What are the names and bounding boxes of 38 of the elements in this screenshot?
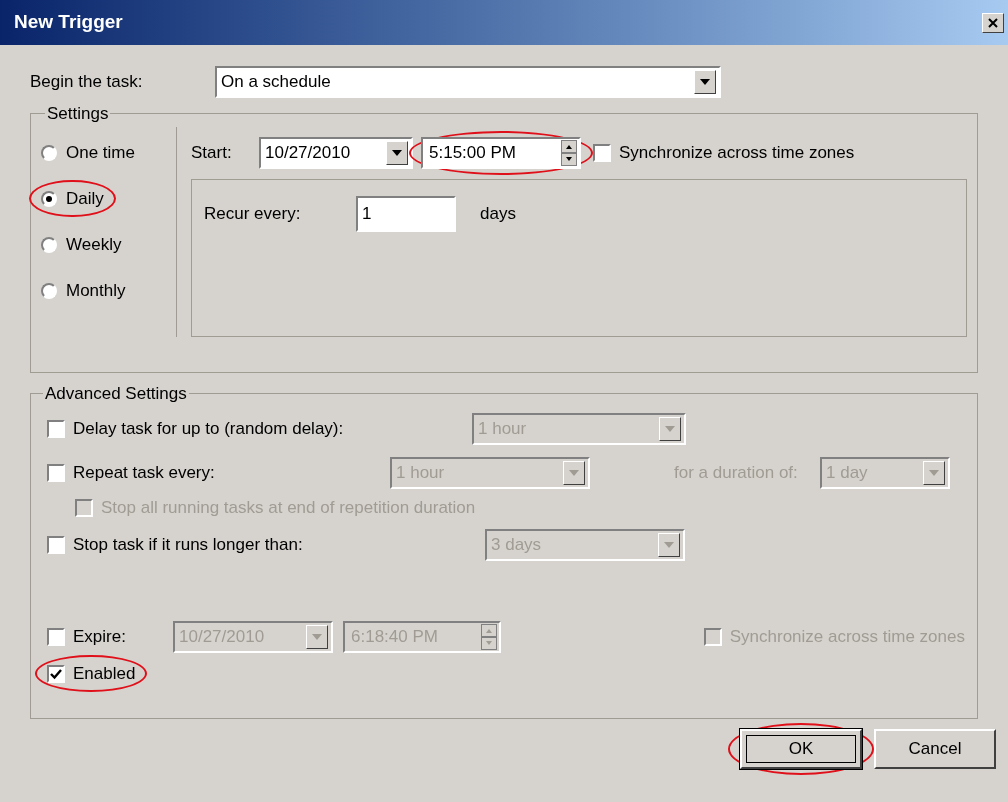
radio-button[interactable] xyxy=(41,190,57,207)
radio-option[interactable]: Weekly xyxy=(41,231,122,258)
field-label: for a duration of: xyxy=(674,461,799,484)
field-label: Recur every: xyxy=(204,202,302,225)
time-value: 5:15:00 PM xyxy=(429,141,516,164)
group-title: Advanced Settings xyxy=(44,383,188,405)
checkbox-option[interactable]: Synchronize across time zones xyxy=(593,139,855,166)
checkbox[interactable] xyxy=(47,664,65,683)
radio-button[interactable] xyxy=(41,236,57,253)
radio-button[interactable] xyxy=(41,282,57,299)
spin-arrows-icon[interactable] xyxy=(561,139,577,166)
combo-value: On a schedule xyxy=(221,71,331,94)
date-picker[interactable]: 10/27/2010 xyxy=(259,136,413,169)
combo-value: 3 days xyxy=(491,533,542,556)
combo-value: 1 day xyxy=(826,461,868,484)
time-value: 6:18:40 PM xyxy=(351,625,438,648)
combo-value: 10/27/2010 xyxy=(179,625,265,648)
recur-input[interactable]: 1 xyxy=(356,195,456,232)
dialog-button[interactable]: Cancel xyxy=(874,729,996,769)
combo-value: 1 hour xyxy=(478,417,527,440)
field-label: Start: xyxy=(191,141,233,164)
combo-value: 1 hour xyxy=(396,461,445,484)
time-field[interactable]: 5:15:00 PM xyxy=(421,136,581,169)
close-button[interactable] xyxy=(982,12,1004,33)
group-title: Settings xyxy=(46,103,110,125)
combo-value: 10/27/2010 xyxy=(265,141,351,164)
radio-button[interactable] xyxy=(41,144,57,161)
radio-option[interactable]: Monthly xyxy=(41,277,126,304)
dialog-button[interactable]: OK xyxy=(740,729,862,769)
window-title: New Trigger xyxy=(14,10,123,35)
radio-option[interactable]: Daily xyxy=(41,185,104,212)
radio-option[interactable]: One time xyxy=(41,139,135,166)
checkbox-option[interactable]: Enabled xyxy=(47,660,136,687)
checkbox[interactable] xyxy=(593,143,611,162)
close-icon[interactable] xyxy=(988,17,998,28)
unit-label: days xyxy=(480,202,516,225)
field-label: Begin the task: xyxy=(30,71,144,94)
begin-task-dropdown[interactable]: On a schedule xyxy=(215,66,721,98)
